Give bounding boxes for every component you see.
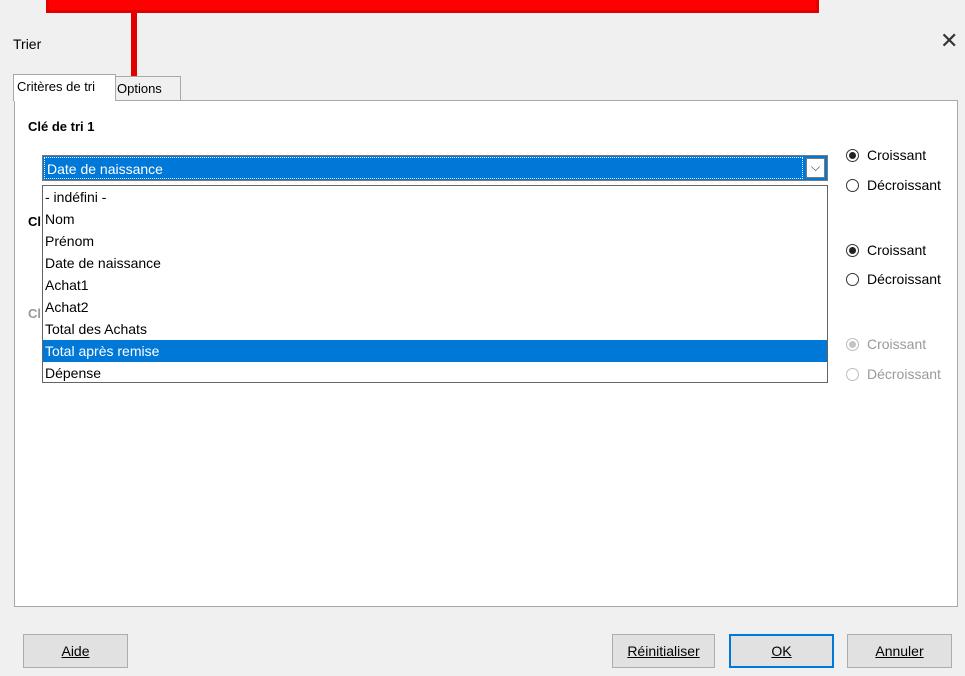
dropdown-option[interactable]: Achat1	[43, 274, 827, 296]
reset-button[interactable]: Réinitialiser	[612, 634, 715, 668]
dropdown-option[interactable]: - indéfini -	[43, 186, 827, 208]
tab-sort-criteria[interactable]: Critères de tri	[13, 74, 116, 101]
key2-descending-label: Décroissant	[867, 271, 941, 287]
radio-checked-icon	[846, 243, 859, 257]
key2-ascending-radio[interactable]: Croissant	[846, 242, 926, 258]
sort-key-1-combobox[interactable]: Date de naissance ⌵	[42, 155, 828, 181]
dropdown-option[interactable]: Nom	[43, 208, 827, 230]
help-button[interactable]: Aide	[23, 634, 128, 668]
sort-key-2-label: Cl	[28, 214, 41, 229]
key1-ascending-label: Croissant	[867, 147, 927, 163]
dropdown-option[interactable]: Date de naissance	[43, 252, 827, 274]
sort-key-3-label: Cl	[28, 306, 41, 321]
dropdown-option[interactable]: Prénom	[43, 230, 827, 252]
dropdown-option[interactable]: Achat2	[43, 296, 827, 318]
dropdown-option[interactable]: Dépense	[43, 362, 827, 384]
sort-key-1-selected-value: Date de naissance	[44, 157, 803, 179]
dialog-title: Trier	[13, 36, 42, 52]
cancel-button[interactable]: Annuler	[847, 634, 952, 668]
dropdown-option[interactable]: Total des Achats	[43, 318, 827, 340]
key3-ascending-label: Croissant	[867, 336, 927, 352]
key3-ascending-radio: Croissant	[846, 336, 926, 352]
key2-ascending-label: Croissant	[867, 242, 927, 258]
key1-descending-radio[interactable]: Décroissant	[846, 177, 941, 193]
reset-button-label: Réinitialiser	[627, 643, 700, 659]
key3-descending-label: Décroissant	[867, 366, 941, 382]
ok-button-label: OK	[771, 643, 792, 659]
radio-checked-icon	[846, 148, 859, 162]
radio-unchecked-icon	[846, 272, 859, 286]
radio-unchecked-icon	[846, 367, 859, 381]
cancel-button-label: Annuler	[875, 643, 924, 659]
tab-options[interactable]: Options	[113, 76, 181, 101]
close-icon[interactable]: ✕	[940, 30, 958, 52]
chevron-down-icon[interactable]: ⌵	[806, 158, 825, 178]
annotation-box	[46, 0, 819, 13]
help-button-label: Aide	[61, 643, 90, 659]
key1-ascending-radio[interactable]: Croissant	[846, 147, 926, 163]
radio-unchecked-icon	[846, 178, 859, 192]
key1-descending-label: Décroissant	[867, 177, 941, 193]
sort-key-1-dropdown-list: - indéfini - Nom Prénom Date de naissanc…	[42, 185, 828, 383]
sort-key-1-label: Clé de tri 1	[28, 119, 95, 134]
dropdown-option-highlighted[interactable]: Total après remise	[43, 340, 827, 362]
radio-checked-icon	[846, 337, 859, 351]
ok-button[interactable]: OK	[729, 634, 834, 668]
key2-descending-radio[interactable]: Décroissant	[846, 271, 941, 287]
key3-descending-radio: Décroissant	[846, 366, 941, 382]
